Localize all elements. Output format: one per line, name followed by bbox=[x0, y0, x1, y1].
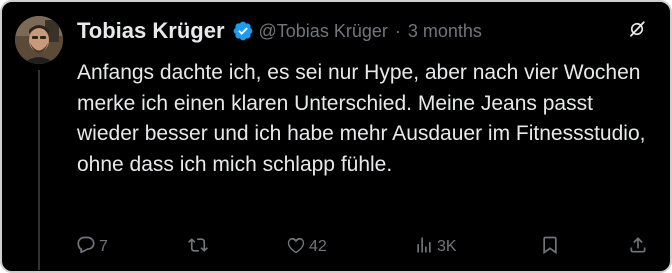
like-count: 42 bbox=[309, 238, 327, 255]
avatar[interactable] bbox=[15, 16, 63, 64]
verified-badge-icon bbox=[232, 20, 254, 42]
share-icon bbox=[628, 235, 648, 260]
thread-line bbox=[38, 70, 40, 270]
reply-button[interactable]: 7 bbox=[76, 234, 108, 260]
views-icon bbox=[414, 235, 434, 260]
retweet-button[interactable] bbox=[188, 234, 208, 260]
grok-icon[interactable] bbox=[628, 20, 646, 38]
author-name[interactable]: Tobias Krüger bbox=[77, 18, 225, 44]
views-button[interactable]: 3K bbox=[414, 234, 457, 260]
action-bar: 7 42 3K bbox=[72, 234, 662, 260]
tweet-text: Anfangs dachte ich, es sei nur Hype, abe… bbox=[77, 61, 646, 176]
reply-count: 7 bbox=[99, 238, 108, 255]
tweet-card[interactable]: Tobias Krüger @Tobias Krüger · 3 months … bbox=[0, 0, 672, 273]
timestamp[interactable]: 3 months bbox=[408, 21, 482, 42]
separator-dot: · bbox=[394, 20, 401, 41]
reply-icon bbox=[76, 235, 96, 260]
like-icon bbox=[286, 235, 306, 260]
tweet-header: Tobias Krüger @Tobias Krüger · 3 months bbox=[77, 16, 656, 46]
retweet-icon bbox=[188, 235, 208, 260]
share-button[interactable] bbox=[628, 234, 648, 260]
author-handle[interactable]: @Tobias Krüger bbox=[259, 21, 388, 42]
view-count: 3K bbox=[437, 238, 457, 255]
bookmark-icon bbox=[540, 235, 560, 260]
like-button[interactable]: 42 bbox=[286, 234, 327, 260]
avatar-image bbox=[15, 16, 63, 64]
bookmark-button[interactable] bbox=[540, 234, 560, 260]
